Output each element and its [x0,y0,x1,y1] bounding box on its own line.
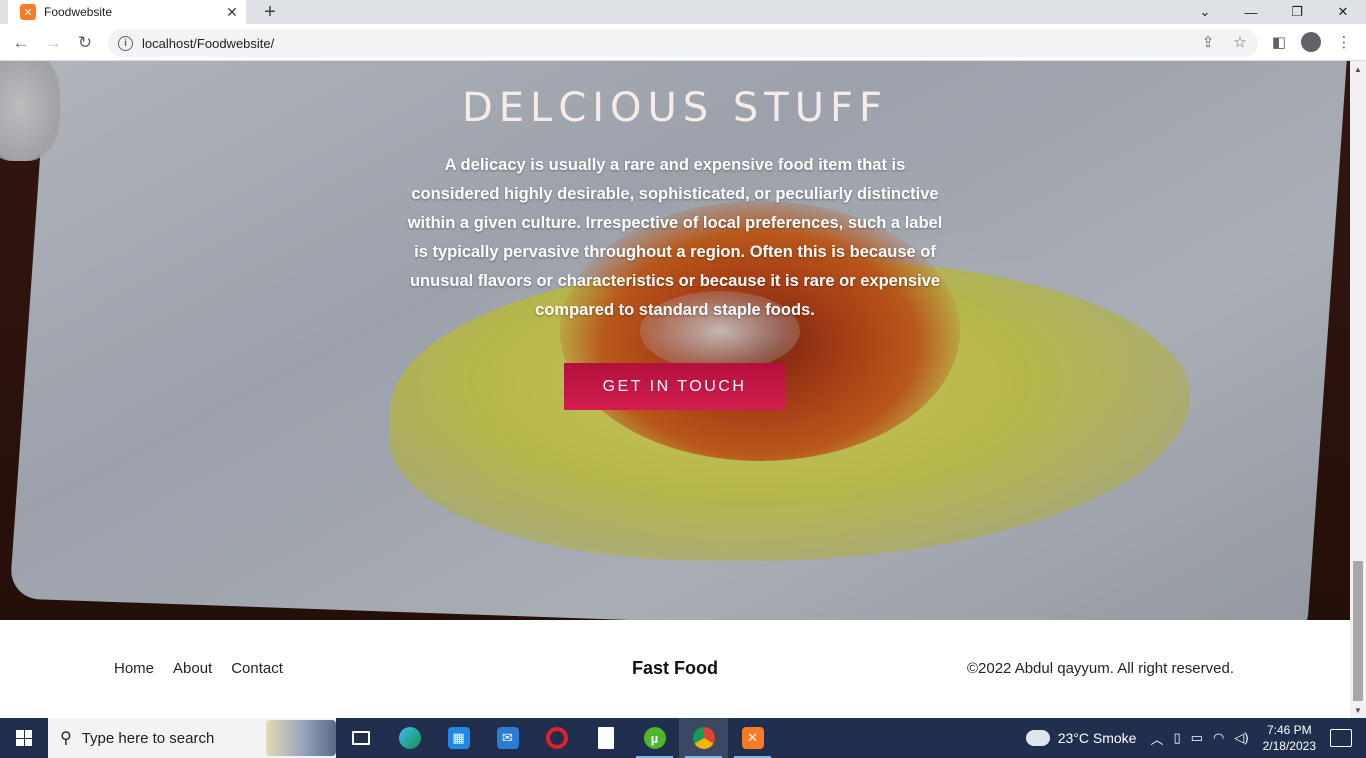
close-tab-icon[interactable]: ✕ [222,2,242,22]
back-icon[interactable]: ← [8,30,34,56]
menu-kebab-icon[interactable]: ⋮ [1332,30,1356,54]
volume-icon[interactable]: ◁) [1234,730,1248,746]
taskbar-edge[interactable] [385,718,434,758]
search-icon: ⚲ [60,730,72,747]
side-panel-icon[interactable]: ◧ [1267,30,1291,54]
footer-brand: Fast Food [632,658,718,678]
notification-center-icon[interactable] [1330,729,1352,747]
search-highlight-image [266,720,336,756]
taskbar-utorrent[interactable]: µ [630,718,679,758]
chrome-icon [692,727,715,749]
weather-widget[interactable]: 23°C Smoke [1025,730,1137,746]
taskbar-store[interactable]: ▦ [434,718,483,758]
taskbar-xampp[interactable]: ✕ [728,718,777,758]
get-in-touch-button[interactable]: GET IN TOUCH [564,363,785,410]
taskbar-search[interactable]: ⚲ Type here to search [48,718,336,758]
forward-icon[interactable]: → [40,30,66,56]
footer-link-about[interactable]: About [173,660,212,677]
mail-icon: ✉ [496,727,519,749]
footer: Home About Contact Fast Food ©2022 Abdul… [0,620,1350,718]
edge-icon [398,727,421,749]
utorrent-icon: µ [643,727,666,749]
profile-avatar-icon[interactable] [1299,30,1323,54]
taskbar: ⚲ Type here to search ▦ ✉ µ ✕ 23°C Smoke… [0,718,1366,758]
taskbar-search-placeholder[interactable]: Type here to search [82,730,266,747]
footer-link-contact[interactable]: Contact [231,660,283,677]
tab-search-icon[interactable]: ⌄ [1182,0,1228,24]
footer-nav: Home About Contact [114,660,302,677]
scroll-thumb[interactable] [1353,561,1363,701]
taskbar-clock[interactable]: 7:46 PM 2/18/2023 [1263,722,1316,754]
tab-strip: ✕ Foodwebsite ✕ + ⌄ — ❐ ✕ [0,0,1366,24]
task-view-button[interactable] [336,718,385,758]
task-view-icon [351,731,370,745]
close-window-button[interactable]: ✕ [1320,0,1366,24]
hero-section: DELCIOUS STUFF A delicacy is usually a r… [0,61,1350,644]
clock-time: 7:46 PM [1266,723,1312,737]
taskbar-file[interactable] [581,718,630,758]
tray-chevron-up-icon[interactable]: ︿ [1150,729,1163,748]
new-tab-button[interactable]: + [258,0,282,24]
taskbar-opera[interactable] [532,718,581,758]
site-info-icon[interactable]: i [118,35,133,51]
scroll-down-arrow-icon[interactable]: ▼ [1350,702,1366,718]
start-button[interactable] [0,718,48,758]
address-bar[interactable]: i localhost/Foodwebsite/ [108,29,1258,57]
footer-link-home[interactable]: Home [114,660,154,677]
clock-date: 2/18/2023 [1262,739,1316,753]
browser-tab[interactable]: ✕ Foodwebsite ✕ [8,0,246,24]
xampp-app-icon: ✕ [741,727,764,749]
wifi-icon[interactable]: ◠ [1213,730,1224,746]
weather-text: 23°C Smoke [1057,730,1137,746]
windows-logo-icon [16,730,32,746]
battery-icon[interactable]: ▭ [1191,730,1203,746]
store-icon: ▦ [447,727,470,749]
page-viewport: DELCIOUS STUFF A delicacy is usually a r… [0,61,1350,718]
system-tray: 23°C Smoke ︿ ▯ ▭ ◠ ◁) 7:46 PM 2/18/2023 [1025,718,1366,758]
xampp-icon: ✕ [20,4,36,20]
hero-title: DELCIOUS STUFF [461,85,889,131]
reload-icon[interactable]: ↻ [72,30,98,56]
browser-toolbar: ← → ↻ i localhost/Foodwebsite/ ⇪ ☆ ◧ ⋮ [0,24,1366,61]
page-scrollbar[interactable]: ▲ ▼ [1350,61,1366,718]
taskbar-mail[interactable]: ✉ [483,718,532,758]
tab-title: Foodwebsite [44,5,113,19]
cloud-weather-icon [1025,730,1050,746]
bookmark-star-icon[interactable]: ☆ [1228,30,1252,54]
meet-now-icon[interactable]: ▯ [1173,730,1180,746]
footer-copyright: ©2022 Abdul qayyum. All right reserved. [966,660,1234,677]
restore-button[interactable]: ❐ [1274,0,1320,24]
minimize-button[interactable]: — [1228,0,1274,24]
opera-icon [545,727,568,749]
scroll-up-arrow-icon[interactable]: ▲ [1350,61,1366,77]
hero-description: A delicacy is usually a rare and expensi… [407,156,943,319]
url-text[interactable]: localhost/Foodwebsite/ [142,36,1258,51]
file-icon [597,727,614,749]
taskbar-chrome[interactable] [679,718,728,758]
share-icon[interactable]: ⇪ [1196,30,1220,54]
